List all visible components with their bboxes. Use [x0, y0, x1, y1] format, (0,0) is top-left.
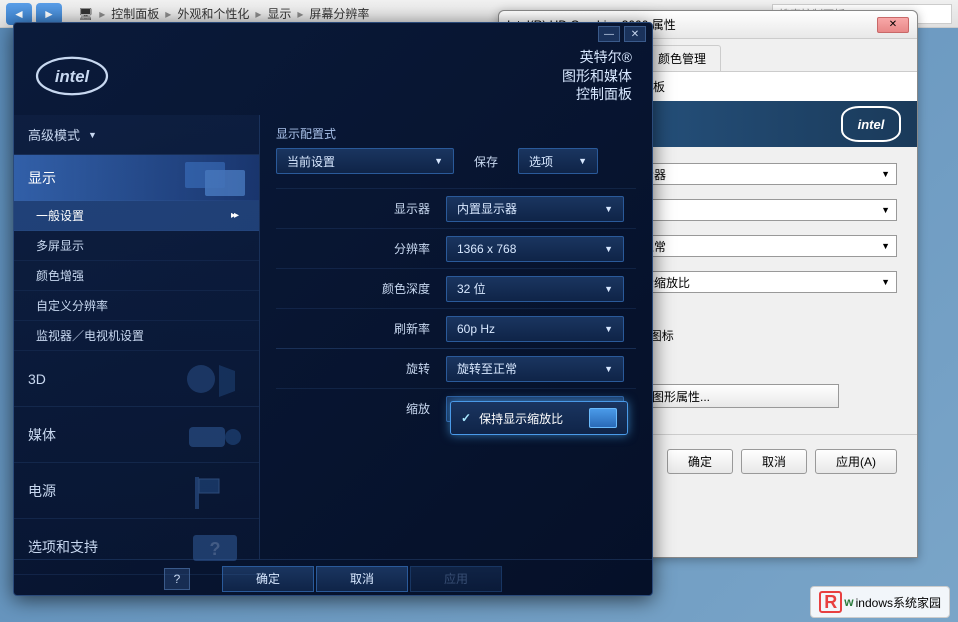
monitor-icon	[179, 158, 249, 198]
ok-button[interactable]: 确定	[667, 449, 733, 474]
chevron-down-icon: ▼	[881, 241, 890, 251]
panel-header-text: 英特尔® 图形和媒体 控制面板	[562, 48, 632, 105]
monitor-icon	[589, 408, 617, 428]
folder-icon: 🖥	[78, 7, 93, 21]
content-pane: 显示配置式 当前设置▼ 保存 选项▼ 显示器 内置显示器▼ 分辨率 1366 x	[260, 115, 652, 559]
flag-icon	[179, 469, 249, 513]
svg-text:intel: intel	[55, 67, 90, 86]
chevron-down-icon: ▼	[604, 324, 613, 334]
chevron-down-icon: ▼	[604, 364, 613, 374]
resolution-label: 分辨率	[276, 240, 446, 257]
resolution-select[interactable]: 1366 x 768▼	[446, 236, 624, 262]
display-select[interactable]: 内置显示器▼	[446, 196, 624, 222]
breadcrumb: 🖥 ▸ 控制面板 ▸ 外观和个性化 ▸ 显示 ▸ 屏幕分辨率	[78, 5, 369, 22]
chevron-down-icon: ▼	[881, 205, 890, 215]
panel-header: intel 英特尔® 图形和媒体 控制面板	[14, 45, 652, 115]
intel-logo-icon: intel	[34, 52, 110, 100]
cancel-button[interactable]: 取消	[741, 449, 807, 474]
chevron-down-icon: ▼	[881, 169, 890, 179]
display-label: 显示器	[276, 200, 446, 217]
3d-icon	[179, 357, 249, 401]
save-link[interactable]: 保存	[464, 153, 508, 170]
color-depth-label: 颜色深度	[276, 280, 446, 297]
close-button[interactable]: ✕	[877, 17, 909, 33]
rotation-select[interactable]: 旋转至正常▼	[446, 356, 624, 382]
sidebar: 高级模式▼ 显示 一般设置▸▸ 多屏显示 颜色增强 自定义分辨率 监视器／电视机…	[14, 115, 260, 559]
chevron-down-icon: ▼	[604, 244, 613, 254]
chevron-down-icon: ▼	[881, 277, 890, 287]
check-icon: ✓	[461, 411, 471, 425]
sidebar-sub-multiscreen[interactable]: 多屏显示	[14, 231, 259, 261]
color-depth-select[interactable]: 32 位▼	[446, 276, 624, 302]
crumb[interactable]: 显示	[267, 5, 291, 22]
svg-text:?: ?	[210, 539, 221, 559]
refresh-select[interactable]: 60p Hz▼	[446, 316, 624, 342]
apply-button[interactable]: 应用(A)	[815, 449, 897, 474]
panel-titlebar: — ✕	[14, 23, 652, 45]
sidebar-sub-resolution[interactable]: 自定义分辨率	[14, 291, 259, 321]
cancel-button[interactable]: 取消	[316, 566, 408, 592]
scaling-dropdown: ✓ 保持显示缩放比	[450, 401, 628, 435]
refresh-label: 刷新率	[276, 320, 446, 337]
scaling-label: 缩放	[276, 400, 446, 417]
sidebar-item-3d[interactable]: 3D	[14, 351, 259, 407]
minimize-button[interactable]: —	[598, 26, 620, 42]
sidebar-sub-color[interactable]: 颜色增强	[14, 261, 259, 291]
sidebar-item-media[interactable]: 媒体	[14, 407, 259, 463]
crumb[interactable]: 屏幕分辨率	[309, 5, 369, 22]
sidebar-item-display[interactable]: 显示	[14, 155, 259, 201]
rotation-label: 旋转	[276, 360, 446, 377]
sidebar-sub-monitor[interactable]: 监视器／电视机设置	[14, 321, 259, 351]
sidebar-item-power[interactable]: 电源	[14, 463, 259, 519]
profile-select[interactable]: 当前设置▼	[276, 148, 454, 174]
sidebar-sub-general[interactable]: 一般设置▸▸	[14, 201, 259, 231]
profile-label: 显示配置式	[276, 125, 636, 142]
crumb[interactable]: 控制面板	[111, 5, 159, 22]
logo-r-icon: R	[819, 591, 842, 613]
crumb[interactable]: 外观和个性化	[177, 5, 249, 22]
help-box-icon: ?	[179, 525, 249, 569]
intel-logo-icon: intel	[841, 106, 901, 142]
camcorder-icon	[179, 413, 249, 457]
chevron-down-icon: ▼	[604, 284, 613, 294]
chevron-down-icon: ▼	[568, 156, 587, 166]
apply-button[interactable]: 应用	[410, 566, 502, 592]
mode-select[interactable]: 高级模式▼	[14, 115, 259, 155]
sidebar-item-options[interactable]: 选项和支持 ?	[14, 519, 259, 575]
close-button[interactable]: ✕	[624, 26, 646, 42]
graphics-properties-button[interactable]: 图形属性...	[639, 384, 839, 408]
intel-graphics-panel: — ✕ intel 英特尔® 图形和媒体 控制面板 高级模式▼ 显示 一般设置▸…	[13, 22, 653, 596]
arrows-icon: ▸▸	[231, 210, 237, 221]
watermark: Rwindows系统家园	[810, 586, 950, 618]
scaling-option-keep[interactable]: ✓ 保持显示缩放比	[451, 402, 627, 434]
tab-color[interactable]: 颜色管理	[643, 45, 721, 71]
chevron-down-icon: ▼	[424, 156, 443, 166]
options-select[interactable]: 选项▼	[518, 148, 598, 174]
chevron-down-icon: ▼	[604, 204, 613, 214]
chevron-down-icon: ▼	[88, 130, 97, 140]
